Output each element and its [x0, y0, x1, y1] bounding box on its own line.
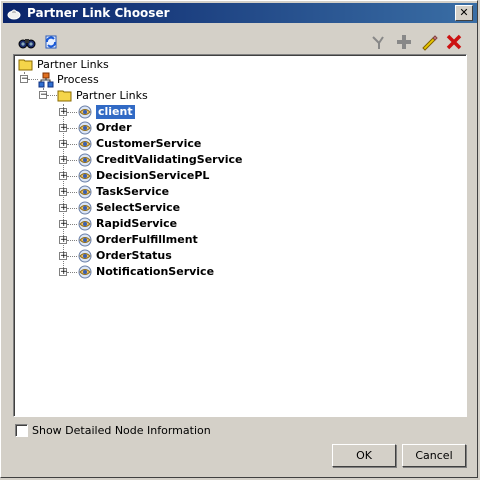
partner-link-icon — [78, 137, 92, 151]
partner-link-icon — [78, 121, 92, 135]
item-expander[interactable]: + — [59, 236, 68, 245]
tree-item-label: Order — [96, 121, 132, 134]
partner-link-icon — [78, 185, 92, 199]
tree-item-label: CustomerService — [96, 137, 202, 150]
tree-item-label: OrderFulfillment — [96, 233, 198, 246]
edit-icon[interactable] — [420, 33, 438, 51]
group-expander[interactable]: − — [39, 91, 48, 100]
item-expander[interactable]: + — [59, 188, 68, 197]
tree-item-label: CreditValidatingService — [96, 153, 243, 166]
show-detailed-checkbox[interactable] — [15, 424, 28, 437]
title-bar[interactable]: Partner Link Chooser ✕ — [3, 3, 477, 23]
tree-item-label: OrderStatus — [96, 249, 172, 262]
window-title: Partner Link Chooser — [27, 6, 170, 20]
binoculars-icon[interactable] — [18, 33, 36, 51]
item-expander[interactable]: + — [59, 140, 68, 149]
process-icon — [38, 72, 54, 88]
item-expander[interactable]: + — [59, 268, 68, 277]
tree-item-label: client — [96, 105, 135, 119]
partner-link-icon — [78, 233, 92, 247]
tree-item-label: RapidService — [96, 217, 178, 230]
delete-icon[interactable] — [445, 33, 463, 51]
partner-link-icon — [78, 153, 92, 167]
tree-item-label: TaskService — [96, 185, 170, 198]
ok-button[interactable]: OK — [332, 444, 396, 467]
item-expander[interactable]: + — [59, 220, 68, 229]
item-expander[interactable]: + — [59, 252, 68, 261]
tree-process-label: Process — [57, 73, 99, 86]
item-expander[interactable]: + — [59, 172, 68, 181]
partner-link-icon — [78, 105, 92, 119]
tree-group-label: Partner Links — [76, 89, 148, 102]
partner-link-icon — [78, 217, 92, 231]
tree-item-label: SelectService — [96, 201, 181, 214]
item-expander[interactable]: + — [59, 204, 68, 213]
process-expander[interactable]: − — [20, 75, 29, 84]
partner-link-icon — [78, 201, 92, 215]
partner-link-icon — [78, 265, 92, 279]
tree-root-label: Partner Links — [37, 58, 109, 71]
item-expander[interactable]: + — [59, 108, 68, 117]
cancel-button[interactable]: Cancel — [402, 444, 466, 467]
partner-link-tree[interactable]: Partner Links − Process − Partner Links — [13, 54, 467, 417]
wand-icon[interactable] — [370, 33, 388, 51]
item-expander[interactable]: + — [59, 124, 68, 133]
partner-link-icon — [78, 249, 92, 263]
tree-item-label: NotificationService — [96, 265, 215, 278]
partner-link-icon — [78, 169, 92, 183]
item-expander[interactable]: + — [59, 156, 68, 165]
folder-icon — [57, 90, 72, 102]
add-icon[interactable] — [395, 33, 413, 51]
close-button[interactable]: ✕ — [455, 5, 473, 21]
tree-item-label: DecisionServicePL — [96, 169, 210, 182]
refresh-icon[interactable] — [42, 33, 60, 51]
show-detailed-label: Show Detailed Node Information — [32, 424, 211, 437]
dialog-window: Partner Link Chooser ✕ Partner Links − P… — [0, 0, 478, 478]
folder-icon — [18, 59, 33, 71]
app-icon — [7, 9, 21, 20]
